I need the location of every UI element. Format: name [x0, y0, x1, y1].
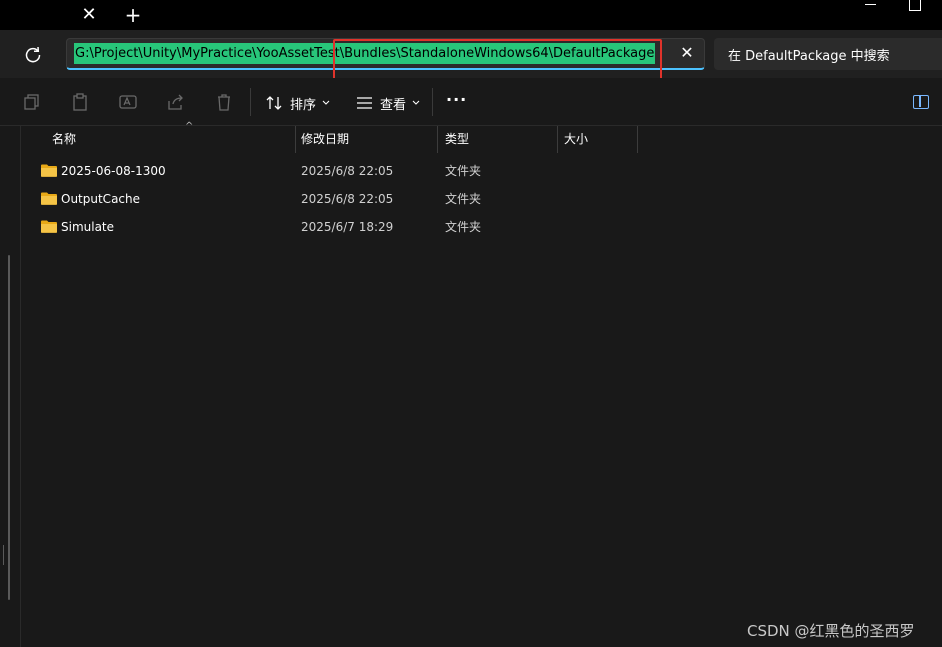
folder-icon: [41, 164, 57, 177]
more-options-icon[interactable]: ···: [446, 92, 470, 110]
delete-icon[interactable]: [214, 93, 234, 111]
column-divider[interactable]: [637, 126, 638, 153]
file-modified: 2025/6/7 18:29: [301, 220, 394, 234]
folder-icon: [41, 192, 57, 205]
column-header-modified[interactable]: 修改日期: [291, 126, 437, 153]
column-header-type[interactable]: 类型: [435, 126, 557, 153]
sort-label: 排序: [290, 97, 317, 113]
command-bar: 排序 查看 ···: [0, 78, 942, 126]
file-type: 文件夹: [445, 192, 482, 206]
chevron-down-icon: [412, 100, 420, 105]
file-type: 文件夹: [445, 220, 482, 234]
watermark: CSDN @红黑色的圣西罗: [747, 622, 915, 640]
address-row: G:\Project\Unity\MyPractice\YooAssetTest…: [0, 30, 942, 81]
refresh-icon[interactable]: [20, 42, 46, 68]
table-row[interactable]: Simulate 2025/6/7 18:29 文件夹: [21, 213, 921, 241]
file-type: 文件夹: [445, 164, 482, 178]
view-button[interactable]: 查看: [356, 92, 420, 114]
search-input[interactable]: 在 DefaultPackage 中搜索: [714, 38, 942, 70]
explorer-tab[interactable]: ✕: [0, 0, 108, 30]
rename-icon[interactable]: [118, 93, 138, 111]
share-icon[interactable]: [166, 93, 186, 111]
file-modified: 2025/6/8 22:05: [301, 164, 394, 178]
sort-button[interactable]: 排序: [266, 92, 330, 114]
nav-pane-edge: [3, 545, 4, 565]
title-bar: ✕ +: [0, 0, 942, 30]
minimize-icon[interactable]: [862, 2, 880, 8]
path-highlight-box: [333, 39, 662, 81]
table-row[interactable]: 2025-06-08-1300 2025/6/8 22:05 文件夹: [21, 157, 921, 185]
table-row[interactable]: OutputCache 2025/6/8 22:05 文件夹: [21, 185, 921, 213]
paste-icon[interactable]: [70, 93, 90, 111]
copy-icon[interactable]: [22, 93, 42, 111]
file-name: 2025-06-08-1300: [61, 164, 166, 178]
details-pane-icon[interactable]: [913, 95, 929, 109]
command-separator: [432, 88, 433, 116]
folder-icon: [41, 220, 57, 233]
file-explorer-window: ✕ + G:\Project\Unity\MyPractice\YooAsset…: [0, 0, 942, 647]
view-label: 查看: [380, 97, 407, 113]
file-modified: 2025/6/8 22:05: [301, 192, 394, 206]
file-name: OutputCache: [61, 192, 141, 206]
new-tab-button[interactable]: +: [122, 4, 144, 26]
file-name: Simulate: [61, 220, 115, 234]
nav-pane-scrollbar[interactable]: [8, 255, 10, 600]
maximize-icon[interactable]: [909, 0, 921, 11]
command-separator: [250, 88, 251, 116]
search-placeholder: 在 DefaultPackage 中搜索: [728, 49, 890, 64]
file-list: ^ 名称 修改日期 类型 大小 2025-06-08-1300 2025/6/8…: [20, 122, 942, 647]
sort-icon: [266, 96, 282, 110]
clear-address-icon[interactable]: ✕: [676, 42, 698, 64]
view-icon: [357, 97, 372, 109]
column-header-size[interactable]: 大小: [554, 126, 638, 153]
chevron-down-icon: [322, 100, 330, 105]
column-header-name[interactable]: 名称: [42, 126, 295, 153]
tab-close-icon[interactable]: ✕: [78, 4, 100, 26]
